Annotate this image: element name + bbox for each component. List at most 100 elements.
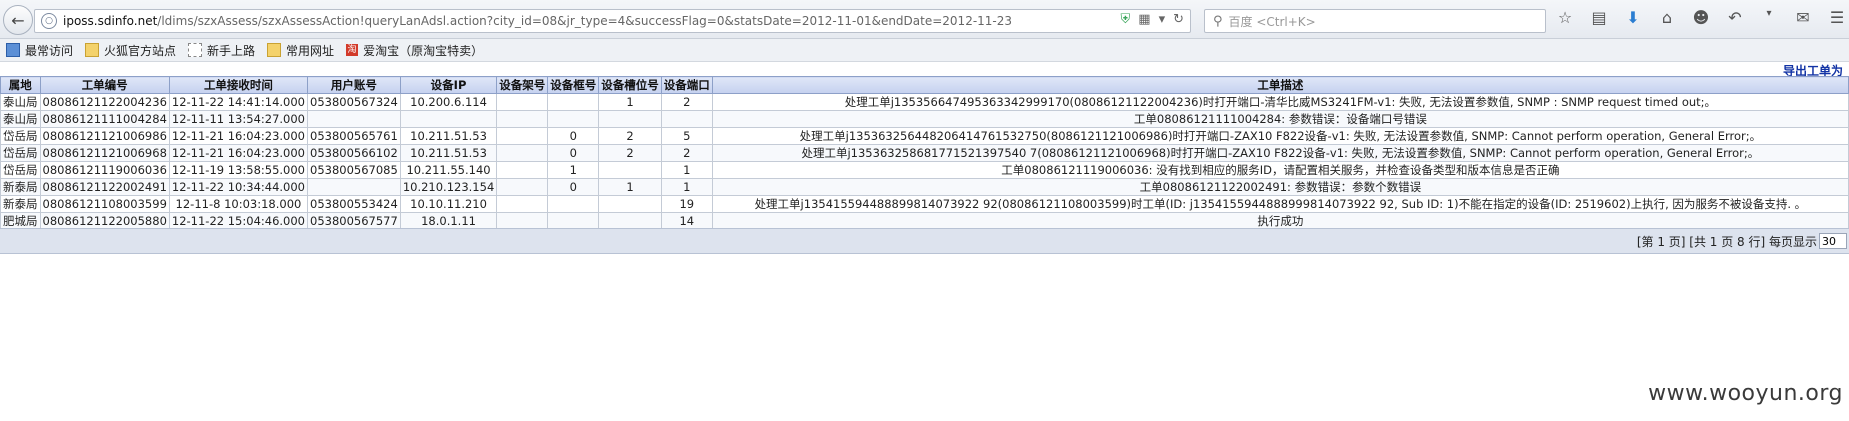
smile-icon[interactable]: ☻ (1691, 8, 1711, 27)
chat-icon[interactable]: ✉ (1793, 8, 1813, 27)
table-row[interactable]: 新泰局 08086121122002491 12-11-22 10:34:44.… (0, 178, 1849, 196)
table-cell (547, 93, 600, 111)
table-cell: 2 (660, 93, 713, 111)
globe-icon: ○ (41, 13, 57, 29)
url-text[interactable]: iposs.sdinfo.net/ldims/szxAssess/szxAsse… (63, 14, 1012, 28)
table-row[interactable]: 新泰局 08086121108003599 12-11-8 10:03:18.0… (0, 195, 1849, 213)
menu-icon[interactable]: ☰ (1827, 8, 1847, 27)
reload-icon[interactable]: ↻ (1173, 12, 1184, 27)
table-row[interactable]: 泰山局 08086121111004284 12-11-11 13:54:27.… (0, 110, 1849, 128)
bookmark-label: 最常访问 (25, 43, 74, 58)
table-cell: 工单08086121119006036: 没有找到相应的服务ID，请配置相关服务… (711, 161, 1849, 179)
table-cell: 053800553424 (307, 195, 401, 213)
library-icon[interactable]: ▤ (1589, 8, 1609, 27)
table-cell: 08086121111004284 (39, 110, 170, 128)
table-row[interactable]: 泰山局 08086121122004236 12-11-22 14:41:14.… (0, 93, 1849, 111)
bookmark-firefox-site[interactable]: 火狐官方站点 (85, 42, 176, 59)
table-cell: 岱岳局 (0, 127, 41, 145)
table-cell: 新泰局 (0, 195, 41, 213)
star-icon[interactable]: ☆ (1555, 8, 1575, 27)
column-header[interactable]: 属地 (0, 76, 41, 94)
table-header-row: 属地 工单编号 工单接收时间 用户账号 设备IP 设备架号 设备框号 设备槽位号… (0, 76, 1849, 94)
column-header[interactable]: 设备IP (399, 76, 498, 94)
table-cell: 1 (547, 161, 600, 179)
table-cell: 10.211.51.53 (399, 127, 498, 145)
table-cell: 10.211.55.140 (399, 161, 498, 179)
home-icon[interactable]: ⌂ (1657, 8, 1677, 27)
table-cell: 岱岳局 (0, 161, 41, 179)
table-cell: 08086121122005880 (39, 212, 170, 230)
column-header[interactable]: 设备框号 (547, 76, 600, 94)
table-cell: 5 (660, 127, 713, 145)
page-icon (188, 43, 203, 57)
table-cell: 1 (598, 178, 662, 196)
url-host: iposs.sdinfo.net (63, 14, 158, 28)
column-header[interactable]: 用户账号 (307, 76, 401, 94)
table-cell: 2 (598, 127, 662, 145)
table-cell: 泰山局 (0, 93, 41, 111)
table-cell: 12-11-22 14:41:14.000 (168, 93, 309, 111)
search-input[interactable]: 百度 <Ctrl+K> (1229, 13, 1316, 30)
shield-icon[interactable]: ⛨ (1121, 12, 1131, 27)
table-cell: 肥城局 (0, 212, 41, 230)
table-cell (660, 110, 713, 128)
dropdown-icon[interactable]: ▾ (1159, 12, 1166, 27)
table-row[interactable]: 岱岳局 08086121119006036 12-11-19 13:58:55.… (0, 161, 1849, 179)
table-cell: 053800567577 (307, 212, 401, 230)
table-cell (496, 195, 549, 213)
table-cell (496, 178, 549, 196)
bookmark-label: 新手上路 (207, 43, 256, 58)
column-header[interactable]: 设备槽位号 (598, 76, 662, 94)
table-cell: 053800566102 (307, 144, 401, 162)
table-cell: 10.10.11.210 (399, 195, 498, 213)
undo-icon[interactable]: ↶ (1725, 8, 1745, 27)
bookmark-getting-started[interactable]: 新手上路 (188, 42, 255, 59)
bookmarks-bar: 最常访问 火狐官方站点 新手上路 常用网址 淘 爱淘宝（原淘宝特卖） (0, 39, 1849, 62)
qr-icon[interactable]: ▦ (1138, 12, 1150, 27)
table-cell (598, 110, 662, 128)
bookmark-icon (6, 43, 20, 57)
table-cell: 工单08086121111004284: 参数错误：设备端口号错误 (711, 110, 1849, 128)
back-icon[interactable]: ← (3, 5, 33, 35)
table-cell (598, 161, 662, 179)
table-cell: 处理工单j135363256448206414761532750(8086121… (711, 127, 1849, 145)
download-icon[interactable]: ⬇ (1623, 8, 1643, 27)
table-cell: 新泰局 (0, 178, 41, 196)
table-row[interactable]: 肥城局 08086121122005880 12-11-22 15:04:46.… (0, 212, 1849, 230)
table-row[interactable]: 岱岳局 08086121121006968 12-11-21 16:04:23.… (0, 144, 1849, 162)
table-cell: 12-11-8 10:03:18.000 (168, 195, 309, 213)
table-cell: 处理工单j135415594488899814073922 92(0808612… (711, 195, 1849, 213)
table-cell (496, 161, 549, 179)
chevron-down-icon[interactable]: ▾ (1759, 8, 1779, 27)
column-header[interactable]: 工单编号 (39, 76, 170, 94)
bookmark-aitaobao[interactable]: 淘 爱淘宝（原淘宝特卖） (346, 42, 483, 59)
table-cell: 08086121121006968 (39, 144, 170, 162)
table-cell (307, 178, 401, 196)
table-cell: 19 (660, 195, 713, 213)
url-path: /ldims/szxAssess/szxAssessAction!queryLa… (157, 14, 1013, 28)
bookmark-common-sites[interactable]: 常用网址 (267, 42, 334, 59)
column-header[interactable]: 设备架号 (496, 76, 549, 94)
bookmark-label: 爱淘宝（原淘宝特卖） (363, 43, 484, 58)
table-cell: 10.211.51.53 (399, 144, 498, 162)
table-cell: 12-11-22 15:04:46.000 (168, 212, 309, 230)
bookmark-most-visited[interactable]: 最常访问 (6, 42, 73, 59)
column-header[interactable]: 设备端口 (660, 76, 713, 94)
table-row[interactable]: 岱岳局 08086121121006986 12-11-21 16:04:23.… (0, 127, 1849, 145)
table-cell: 14 (660, 212, 713, 230)
table-cell: 岱岳局 (0, 144, 41, 162)
table-cell (496, 127, 549, 145)
column-header[interactable]: 工单接收时间 (168, 76, 309, 94)
table-cell: 053800565761 (307, 127, 401, 145)
table-cell: 08086121122004236 (39, 93, 170, 111)
bookmark-label: 火狐官方站点 (104, 43, 177, 58)
address-bar[interactable]: ○ iposs.sdinfo.net/ldims/szxAssess/szxAs… (34, 9, 1191, 33)
table-cell (496, 144, 549, 162)
watermark: www.wooyun.org (1648, 381, 1843, 406)
search-bar[interactable]: ⚲ 百度 <Ctrl+K> (1204, 9, 1546, 33)
column-header[interactable]: 工单描述 (711, 76, 1849, 94)
table-cell (547, 212, 600, 230)
table-cell: 2 (598, 144, 662, 162)
page-size-input[interactable] (1819, 233, 1847, 249)
table-cell: 18.0.1.11 (399, 212, 498, 230)
